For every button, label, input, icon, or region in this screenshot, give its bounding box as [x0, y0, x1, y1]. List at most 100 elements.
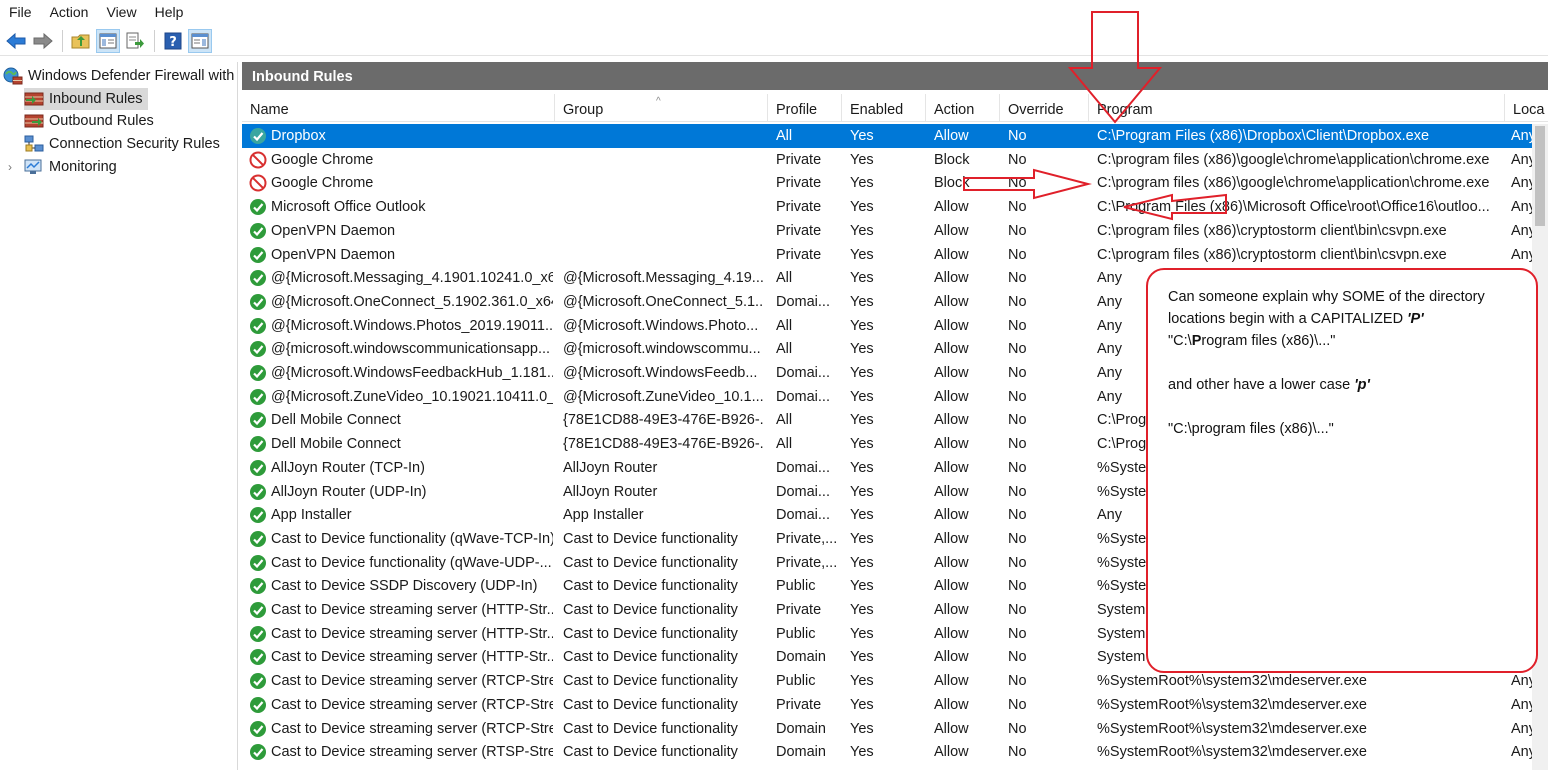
cell-enabled: Yes	[850, 151, 874, 168]
callout-line: and other have a lower case 'p'	[1168, 374, 1522, 396]
export-list-icon[interactable]	[123, 29, 147, 53]
cell-name: App Installer	[271, 507, 352, 524]
table-row[interactable]: Cast to Device streaming server (RTCP-St…	[242, 693, 1536, 717]
allow-rule-icon	[249, 388, 267, 406]
annotation-callout: Can someone explain why SOME of the dire…	[1146, 268, 1538, 673]
table-row[interactable]: Cast to Device streaming server (RTCP-St…	[242, 717, 1536, 741]
show-hide-tree-icon[interactable]	[96, 28, 120, 53]
column-header-name[interactable]: Name	[242, 94, 555, 122]
allow-rule-icon	[249, 364, 267, 382]
tree-item-monitoring[interactable]: › Monitoring	[8, 156, 117, 178]
allow-rule-icon	[249, 269, 267, 287]
menu-file[interactable]: File	[0, 0, 41, 24]
cell-group	[563, 171, 763, 195]
column-header-action[interactable]: Action	[926, 94, 1000, 122]
tree-item-label: Outbound Rules	[49, 113, 154, 129]
table-row[interactable]: Cast to Device streaming server (RTSP-St…	[242, 740, 1536, 764]
allow-rule-icon	[249, 554, 267, 572]
column-header-enabled[interactable]: Enabled	[842, 94, 926, 122]
cell-override: No	[1008, 270, 1027, 287]
cell-override: No	[1008, 175, 1027, 192]
allow-rule-icon	[249, 483, 267, 501]
cell-enabled: Yes	[850, 175, 874, 192]
tree-item-connection-security-rules[interactable]: Connection Security Rules	[24, 133, 220, 155]
allow-rule-icon	[249, 672, 267, 690]
cell-action: Allow	[934, 246, 969, 263]
menu-help[interactable]: Help	[146, 0, 193, 24]
table-row[interactable]: Microsoft Office Outlook Private Yes Allow N…	[242, 195, 1536, 219]
cell-program: C:\program files (x86)\cryptostorm clien…	[1097, 222, 1447, 239]
monitoring-icon	[24, 158, 44, 176]
table-row[interactable]: Google Chrome Private Yes Block No C:\program…	[242, 171, 1536, 195]
cell-enabled: Yes	[850, 720, 874, 737]
table-row[interactable]: Dropbox All Yes Allow No C:\Program Files (x8…	[242, 124, 1536, 148]
cell-action: Allow	[934, 554, 969, 571]
block-rule-icon	[249, 151, 267, 169]
cell-action: Allow	[934, 412, 969, 429]
cell-override: No	[1008, 507, 1027, 524]
cell-profile: Private	[776, 602, 822, 618]
table-row[interactable]: OpenVPN Daemon Private Yes Allow No C:\progra…	[242, 243, 1536, 267]
cell-name: @{Microsoft.WindowsFeedbackHub_1.181...	[271, 365, 553, 381]
help-icon[interactable]: ?	[161, 29, 185, 53]
callout-text: locations begin with a CAPITALIZED	[1168, 311, 1408, 327]
cell-group: @{microsoft.windowscommu...	[563, 341, 761, 358]
menu-action[interactable]: Action	[41, 0, 98, 24]
cell-override: No	[1008, 128, 1027, 144]
cell-profile: Private	[776, 199, 822, 216]
cell-profile: Public	[776, 625, 816, 642]
cell-enabled: Yes	[850, 530, 874, 547]
column-header-profile[interactable]: Profile	[768, 94, 842, 122]
cell-enabled: Yes	[850, 341, 874, 358]
up-folder-icon[interactable]	[69, 29, 93, 53]
cell-profile: All	[776, 412, 793, 429]
column-header-group[interactable]: Group	[555, 94, 768, 122]
tree-item-inbound-rules[interactable]: Inbound Rules	[24, 88, 148, 110]
sort-caret-icon: ^	[656, 96, 661, 107]
menu-bar: File Action View Help	[0, 0, 1548, 24]
cell-action: Allow	[934, 744, 969, 761]
tree-root-firewall[interactable]: Windows Defender Firewall with	[3, 65, 234, 87]
cell-enabled: Yes	[850, 317, 874, 334]
back-arrow-icon[interactable]	[4, 29, 28, 53]
cell-override: No	[1008, 151, 1027, 168]
tree-item-outbound-rules[interactable]: Outbound Rules	[24, 110, 154, 132]
cell-override: No	[1008, 578, 1027, 595]
menu-view[interactable]: View	[97, 0, 145, 24]
callout-line: locations begin with a CAPITALIZED 'P'	[1168, 308, 1522, 330]
column-header-override[interactable]: Override	[1000, 94, 1089, 122]
cell-group: {78E1CD88-49E3-476E-B926-...	[563, 436, 763, 453]
cell-action: Allow	[934, 436, 969, 453]
cell-override: No	[1008, 199, 1027, 216]
cell-profile: All	[776, 270, 793, 287]
cell-program: %SystemRoot%\system32\mdeserver.exe	[1097, 744, 1367, 761]
scrollbar-thumb[interactable]	[1535, 126, 1545, 226]
column-header-program[interactable]: Program	[1089, 94, 1505, 122]
show-hide-action-pane-icon[interactable]	[188, 28, 212, 53]
connection-security-icon	[24, 135, 44, 153]
cell-group: Cast to Device functionality	[563, 744, 738, 761]
cell-group: Cast to Device functionality	[563, 530, 738, 547]
allow-rule-icon	[249, 246, 267, 264]
cell-group	[563, 219, 763, 243]
cell-override: No	[1008, 388, 1027, 405]
cell-enabled: Yes	[850, 293, 874, 310]
cell-profile: Domai...	[776, 459, 830, 476]
chevron-right-icon[interactable]: ›	[8, 160, 24, 174]
cell-name: @{Microsoft.Windows.Photos_2019.19011...…	[271, 317, 553, 334]
cell-name: Cast to Device SSDP Discovery (UDP-In)	[271, 578, 538, 595]
forward-arrow-icon[interactable]	[31, 29, 55, 53]
table-row[interactable]: OpenVPN Daemon Private Yes Allow No C:\progra…	[242, 219, 1536, 243]
cell-group: Cast to Device functionality	[563, 720, 738, 737]
cell-override: No	[1008, 625, 1027, 642]
table-row[interactable]: Google Chrome Private Yes Block No C:\program…	[242, 148, 1536, 172]
allow-rule-icon	[249, 435, 267, 453]
cell-action: Allow	[934, 696, 969, 713]
allow-rule-icon	[249, 127, 267, 145]
cell-group: Cast to Device functionality	[563, 696, 738, 713]
cell-enabled: Yes	[850, 554, 874, 571]
column-header-local-address[interactable]: Loca	[1505, 94, 1548, 122]
cell-profile: Domain	[776, 720, 826, 737]
cell-override: No	[1008, 365, 1027, 381]
allow-rule-icon	[249, 411, 267, 429]
